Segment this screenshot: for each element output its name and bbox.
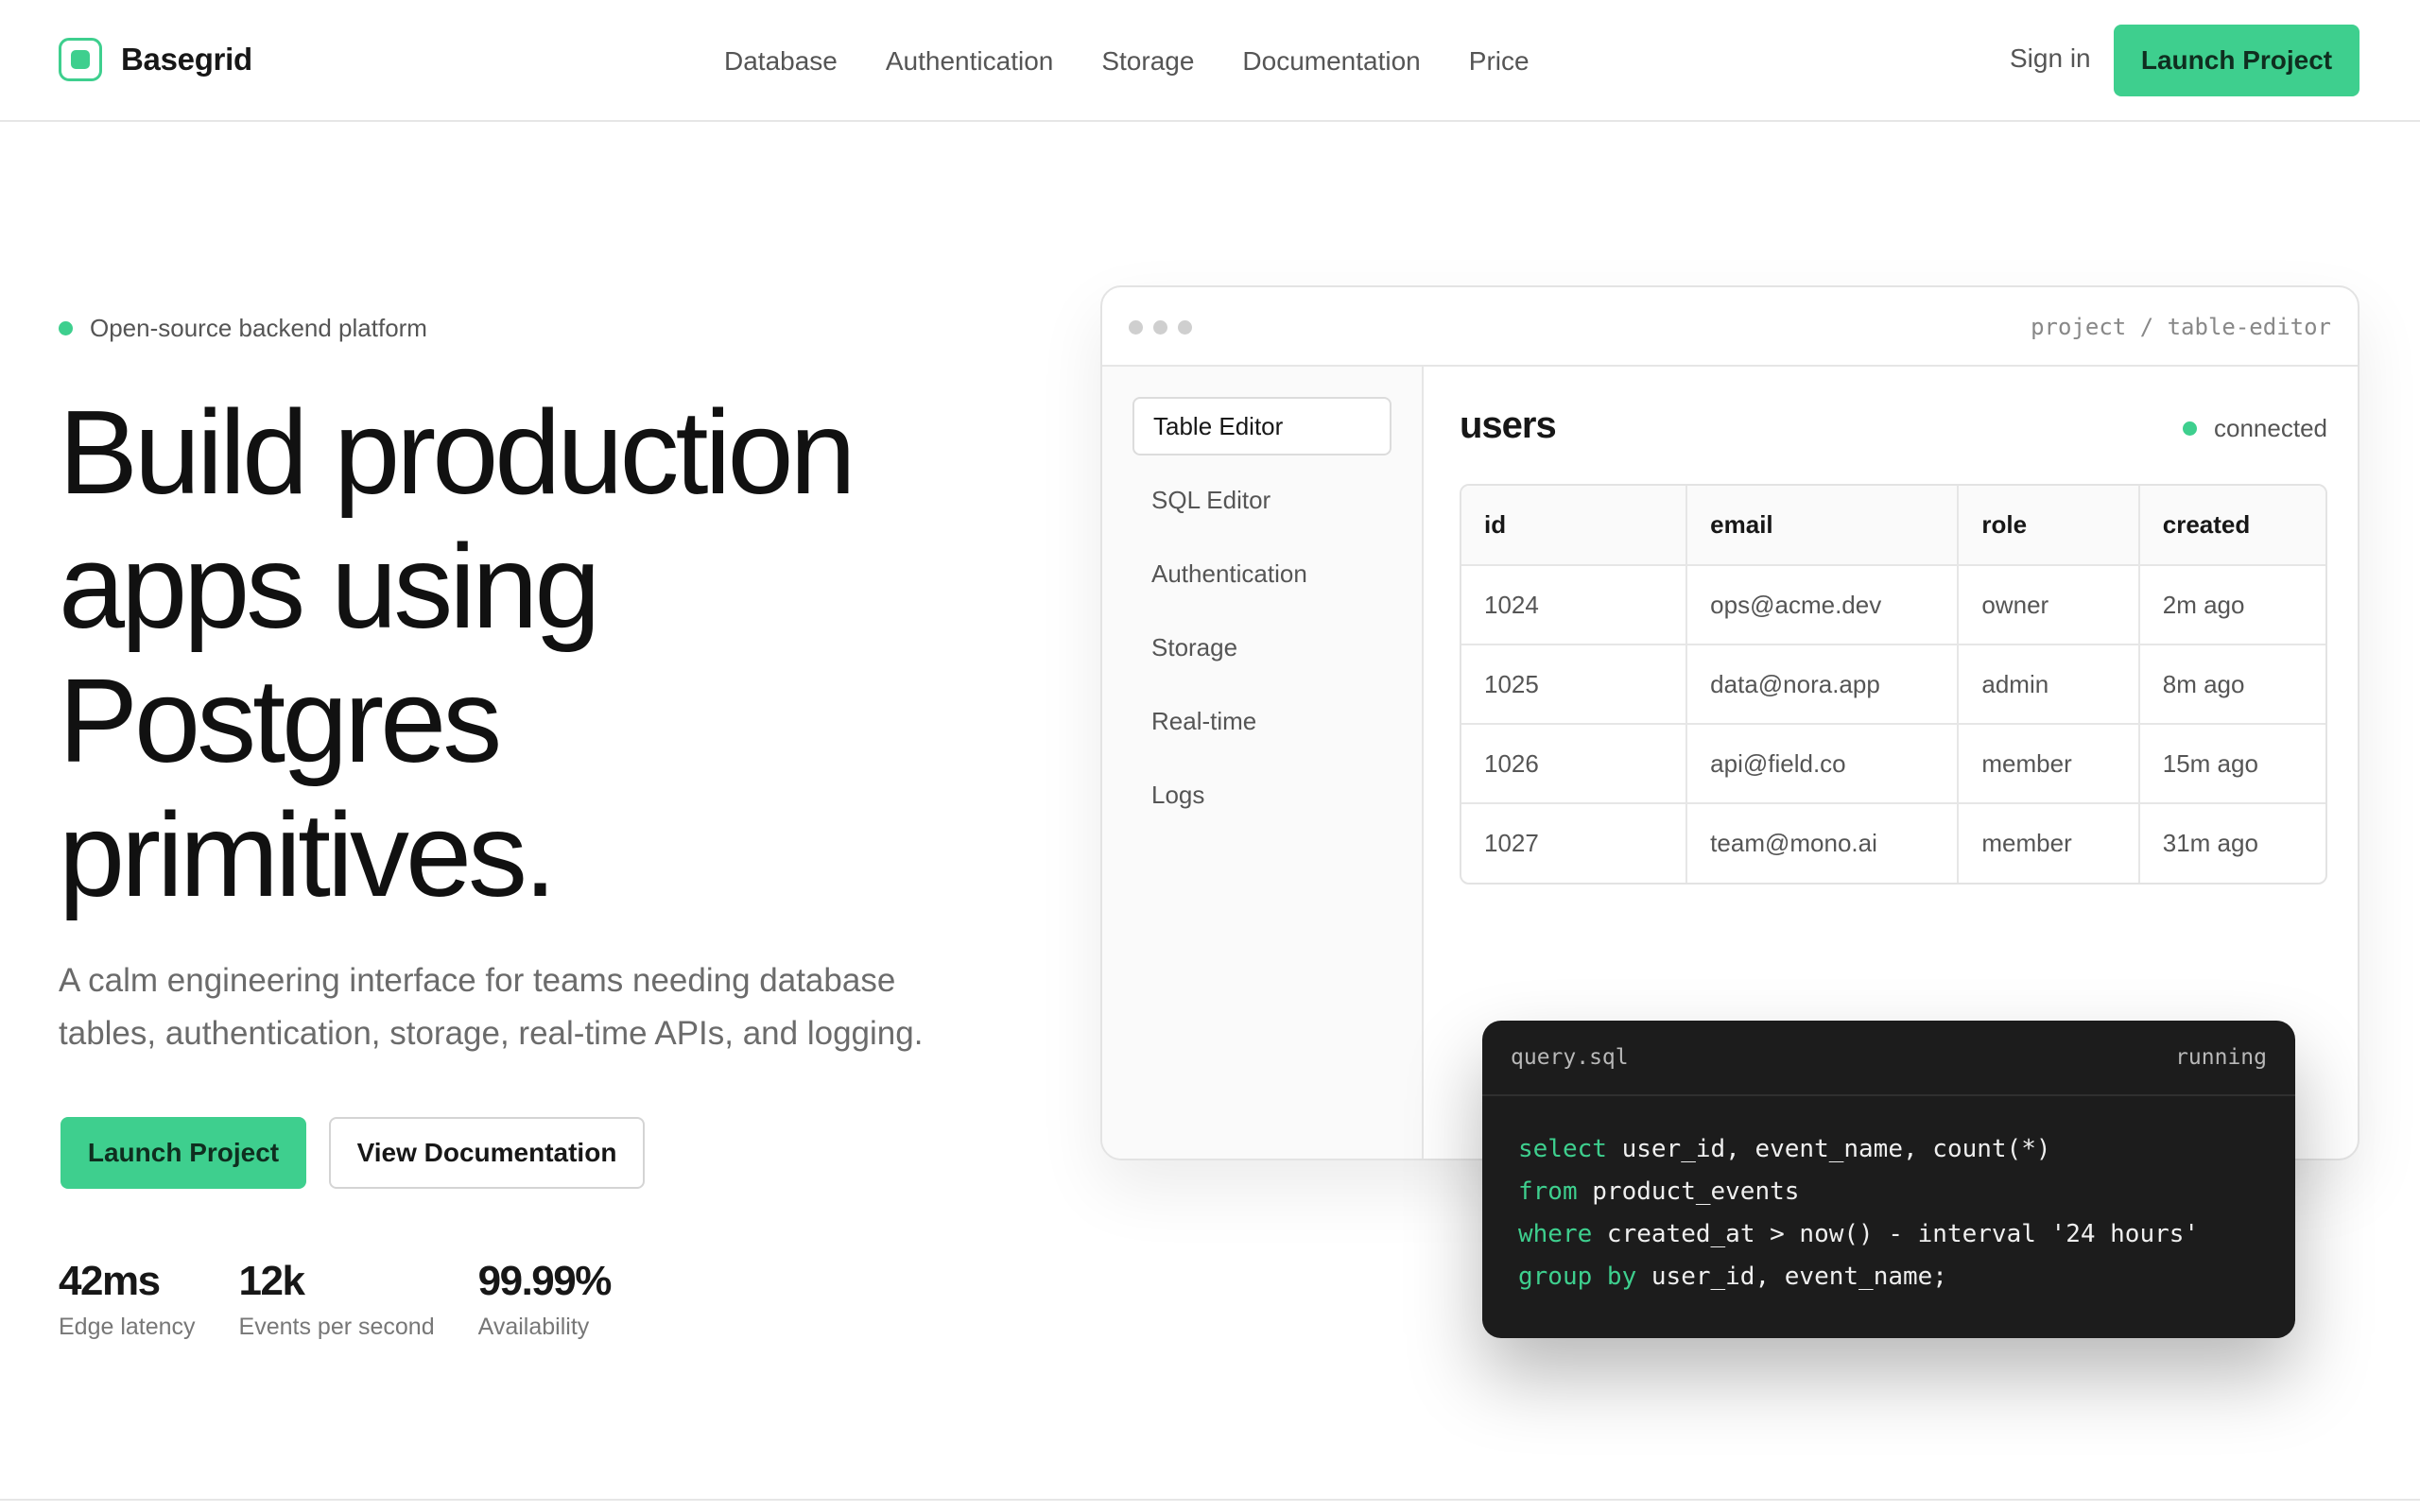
sql-keyword: group by bbox=[1518, 1263, 1637, 1291]
eyebrow: Open-source backend platform bbox=[59, 314, 427, 343]
brand-name: Basegrid bbox=[121, 42, 252, 77]
headline-line: primitives. bbox=[59, 788, 557, 921]
cell-id: 1025 bbox=[1461, 644, 1688, 725]
sign-in-link[interactable]: Sign in bbox=[2010, 43, 2091, 74]
table-row[interactable]: 1026 api@field.co member 15m ago bbox=[1461, 724, 2325, 804]
status-dot-icon bbox=[59, 321, 73, 335]
cell-email: data@nora.app bbox=[1686, 644, 1960, 725]
connection-status: connected bbox=[2183, 414, 2327, 443]
query-status: running bbox=[2175, 1045, 2267, 1070]
cell-id: 1024 bbox=[1461, 565, 1688, 645]
sql-keyword: select bbox=[1518, 1135, 1607, 1163]
nav-price[interactable]: Price bbox=[1469, 46, 1530, 77]
sql-text: user_id, event_name; bbox=[1636, 1263, 1947, 1291]
window-dot-icon[interactable] bbox=[1178, 320, 1192, 335]
page-divider bbox=[0, 1499, 2420, 1501]
table-row[interactable]: 1024 ops@acme.dev owner 2m ago bbox=[1461, 565, 2325, 645]
sidebar-item-table-editor[interactable]: Table Editor bbox=[1132, 397, 1392, 455]
query-code[interactable]: select user_id, event_name, count(*) from… bbox=[1482, 1096, 2295, 1298]
query-panel: query.sql running select user_id, event_… bbox=[1482, 1021, 2295, 1338]
sidebar-item-storage[interactable]: Storage bbox=[1132, 618, 1392, 677]
window-dot-icon[interactable] bbox=[1153, 320, 1167, 335]
main-nav: Database Authentication Storage Document… bbox=[724, 0, 1530, 122]
stat-value: 12k bbox=[238, 1258, 305, 1304]
code-line: select user_id, event_name, count(*) bbox=[1518, 1128, 2259, 1171]
hero-launch-project-button[interactable]: Launch Project bbox=[60, 1117, 306, 1189]
window-controls bbox=[1129, 320, 1192, 335]
sql-keyword: where bbox=[1518, 1220, 1593, 1248]
window-sidebar: Table Editor SQL Editor Authentication S… bbox=[1102, 367, 1424, 1159]
cell-email: ops@acme.dev bbox=[1686, 565, 1960, 645]
view-documentation-button[interactable]: View Documentation bbox=[329, 1117, 645, 1189]
cell-role: member bbox=[1958, 724, 2140, 804]
window-dot-icon[interactable] bbox=[1129, 320, 1143, 335]
sidebar-item-logs[interactable]: Logs bbox=[1132, 765, 1392, 824]
cell-role: member bbox=[1958, 803, 2140, 883]
cell-created: 8m ago bbox=[2138, 644, 2325, 725]
stat-value: 42ms bbox=[59, 1258, 161, 1304]
sql-text: product_events bbox=[1577, 1177, 1800, 1206]
hero-subtitle: A calm engineering interface for teams n… bbox=[59, 954, 1004, 1060]
cell-id: 1027 bbox=[1461, 803, 1688, 883]
sql-keyword: from bbox=[1518, 1177, 1578, 1206]
code-line: group by user_id, event_name; bbox=[1518, 1256, 2259, 1298]
nav-authentication[interactable]: Authentication bbox=[886, 46, 1053, 77]
column-header-email[interactable]: email bbox=[1686, 486, 1960, 566]
table-row[interactable]: 1027 team@mono.ai member 31m ago bbox=[1461, 803, 2325, 883]
stat-label: Availability bbox=[477, 1314, 590, 1340]
code-line: from product_events bbox=[1518, 1171, 2259, 1213]
stat-value: 99.99% bbox=[477, 1258, 613, 1304]
table-title: users bbox=[1460, 404, 1557, 446]
eyebrow-text: Open-source backend platform bbox=[90, 314, 427, 342]
query-filename: query.sql bbox=[1511, 1045, 1629, 1070]
query-header: query.sql running bbox=[1482, 1021, 2295, 1096]
cell-email: team@mono.ai bbox=[1686, 803, 1960, 883]
sidebar-item-authentication[interactable]: Authentication bbox=[1132, 544, 1392, 603]
launch-project-button[interactable]: Launch Project bbox=[2114, 25, 2360, 96]
window-path: project / table-editor bbox=[2031, 314, 2331, 340]
sidebar-item-sql-editor[interactable]: SQL Editor bbox=[1132, 471, 1392, 529]
column-header-created[interactable]: created bbox=[2138, 486, 2325, 566]
stat-label: Events per second bbox=[238, 1314, 435, 1340]
cell-id: 1026 bbox=[1461, 724, 1688, 804]
stat-edge-latency: 42ms Edge latency bbox=[59, 1257, 196, 1341]
brand[interactable]: Basegrid bbox=[59, 38, 252, 81]
nav-documentation[interactable]: Documentation bbox=[1242, 46, 1420, 77]
hero-headline: Build production apps using Postgres pri… bbox=[59, 386, 1004, 922]
site-header: Basegrid Database Authentication Storage… bbox=[0, 0, 2420, 122]
subtitle-line: tables, authentication, storage, real-ti… bbox=[59, 1015, 924, 1052]
subtitle-line: A calm engineering interface for teams n… bbox=[59, 962, 896, 999]
table-row[interactable]: 1025 data@nora.app admin 8m ago bbox=[1461, 644, 2325, 725]
column-header-role[interactable]: role bbox=[1958, 486, 2140, 566]
column-header-id[interactable]: id bbox=[1461, 486, 1688, 566]
code-line: where created_at > now() - interval '24 … bbox=[1518, 1213, 2259, 1256]
stat-events-per-second: 12k Events per second bbox=[239, 1257, 435, 1341]
window-titlebar: project / table-editor bbox=[1102, 287, 2358, 367]
headline-line: Postgres bbox=[59, 654, 502, 787]
connection-status-label: connected bbox=[2214, 414, 2327, 442]
cell-created: 31m ago bbox=[2162, 829, 2258, 857]
headline-line: Build production bbox=[59, 386, 856, 519]
headline-line: apps using bbox=[59, 520, 600, 653]
sql-text: created_at > now() - interval '24 hours' bbox=[1592, 1220, 2200, 1248]
cell-role: owner bbox=[1958, 565, 2140, 645]
stat-label: Edge latency bbox=[59, 1314, 196, 1340]
nav-database[interactable]: Database bbox=[724, 46, 838, 77]
sql-text: user_id, event_name, count(*) bbox=[1606, 1135, 2051, 1163]
cell-created: 2m ago bbox=[2138, 565, 2325, 645]
connected-dot-icon bbox=[2183, 421, 2198, 436]
users-table: id email role created 1024 ops@acme.dev … bbox=[1460, 484, 2327, 885]
logo-icon bbox=[59, 38, 102, 81]
cell-created: 15m ago bbox=[2138, 724, 2325, 804]
cell-email: api@field.co bbox=[1686, 724, 1960, 804]
cell-role: admin bbox=[1958, 644, 2140, 725]
nav-storage[interactable]: Storage bbox=[1101, 46, 1194, 77]
stat-availability: 99.99% Availability bbox=[477, 1257, 613, 1341]
table-header-row: id email role created bbox=[1461, 486, 2325, 566]
sidebar-item-real-time[interactable]: Real-time bbox=[1132, 692, 1392, 750]
stats: 42ms Edge latency 12k Events per second … bbox=[59, 1257, 654, 1341]
